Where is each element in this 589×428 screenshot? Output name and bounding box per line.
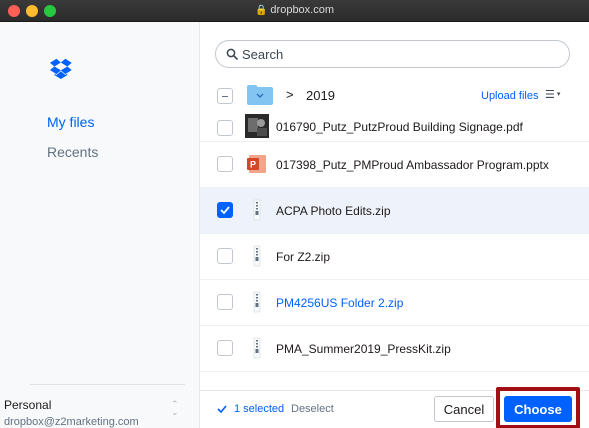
- file-row[interactable]: P 017398_Putz_PMProud Ambassador Program…: [200, 142, 589, 188]
- powerpoint-icon: P: [247, 155, 266, 173]
- search-icon: [226, 48, 238, 60]
- file-checkbox[interactable]: [217, 120, 233, 136]
- file-name: For Z2.zip: [276, 250, 331, 264]
- account-name[interactable]: Personal: [4, 398, 51, 412]
- deselect-link[interactable]: Deselect: [291, 403, 334, 415]
- search-input[interactable]: [242, 46, 542, 62]
- account-divider: [30, 384, 185, 385]
- account-switch-chevron-icon[interactable]: ⌃ ⌄: [171, 400, 179, 417]
- choose-button[interactable]: Choose: [504, 396, 572, 422]
- file-name: 017398_Putz_PMProud Ambassador Program.p…: [276, 158, 549, 172]
- file-name: 016790_Putz_PutzProud Building Signage.p…: [276, 120, 523, 134]
- file-list: 016790_Putz_PutzProud Building Signage.p…: [200, 110, 589, 372]
- browser-titlebar: 🔒 dropbox.com: [0, 0, 589, 22]
- file-row[interactable]: PM4256US Folder 2.zip: [200, 280, 589, 326]
- file-name: ACPA Photo Edits.zip: [276, 204, 391, 218]
- file-row[interactable]: 016790_Putz_PutzProud Building Signage.p…: [200, 110, 589, 142]
- cancel-button[interactable]: Cancel: [434, 396, 494, 422]
- file-chooser-panel: > 2019 Upload files ☰▾ 016790_Putz_PutzP…: [200, 22, 589, 428]
- sidebar-item-recents[interactable]: Recents: [47, 144, 98, 160]
- breadcrumb-separator-icon: >: [286, 87, 294, 102]
- breadcrumb-row: > 2019 Upload files ☰ ▾: [200, 82, 589, 112]
- sidebar: My files Recents Personal dropbox@z2mark…: [0, 22, 200, 428]
- search-box[interactable]: [215, 40, 570, 68]
- file-row[interactable]: ACPA Photo Edits.zip: [200, 188, 589, 234]
- zip-icon: [253, 291, 261, 313]
- svg-text:P: P: [250, 160, 256, 170]
- breadcrumb-current-folder: 2019: [306, 88, 335, 103]
- sidebar-item-my-files[interactable]: My files: [47, 114, 94, 130]
- zip-icon: [253, 245, 261, 267]
- image-thumbnail-icon: [245, 114, 269, 138]
- file-name[interactable]: PM4256US Folder 2.zip: [276, 296, 403, 310]
- file-row[interactable]: For Z2.zip: [200, 234, 589, 280]
- selected-check-icon: [217, 405, 227, 413]
- zip-icon: [253, 199, 261, 221]
- file-checkbox[interactable]: [217, 248, 233, 264]
- file-checkbox[interactable]: [217, 340, 233, 356]
- chooser-footer: 1 selected Deselect Cancel Choose: [200, 387, 589, 428]
- selected-count: 1 selected: [234, 403, 285, 415]
- checkmark-icon: [220, 206, 230, 214]
- file-checkbox[interactable]: [217, 294, 233, 310]
- folder-menu-icon[interactable]: [247, 85, 273, 105]
- url-display: 🔒 dropbox.com: [0, 4, 589, 16]
- lock-icon: 🔒: [254, 5, 268, 16]
- file-row[interactable]: PMA_Summer2019_PressKit.zip: [200, 326, 589, 372]
- view-dropdown-caret-icon: ▾: [556, 91, 561, 98]
- url-text: dropbox.com: [270, 4, 335, 16]
- list-view-icon[interactable]: ☰ ▾: [545, 88, 560, 101]
- file-checkbox[interactable]: [217, 156, 233, 172]
- dropbox-logo-icon: [50, 58, 72, 79]
- upload-files-link[interactable]: Upload files: [481, 90, 538, 102]
- file-name: PMA_Summer2019_PressKit.zip: [276, 342, 451, 356]
- select-all-checkbox[interactable]: [217, 88, 233, 104]
- account-email: dropbox@z2marketing.com: [4, 416, 139, 428]
- file-checkbox[interactable]: [217, 202, 233, 218]
- zip-icon: [253, 337, 261, 359]
